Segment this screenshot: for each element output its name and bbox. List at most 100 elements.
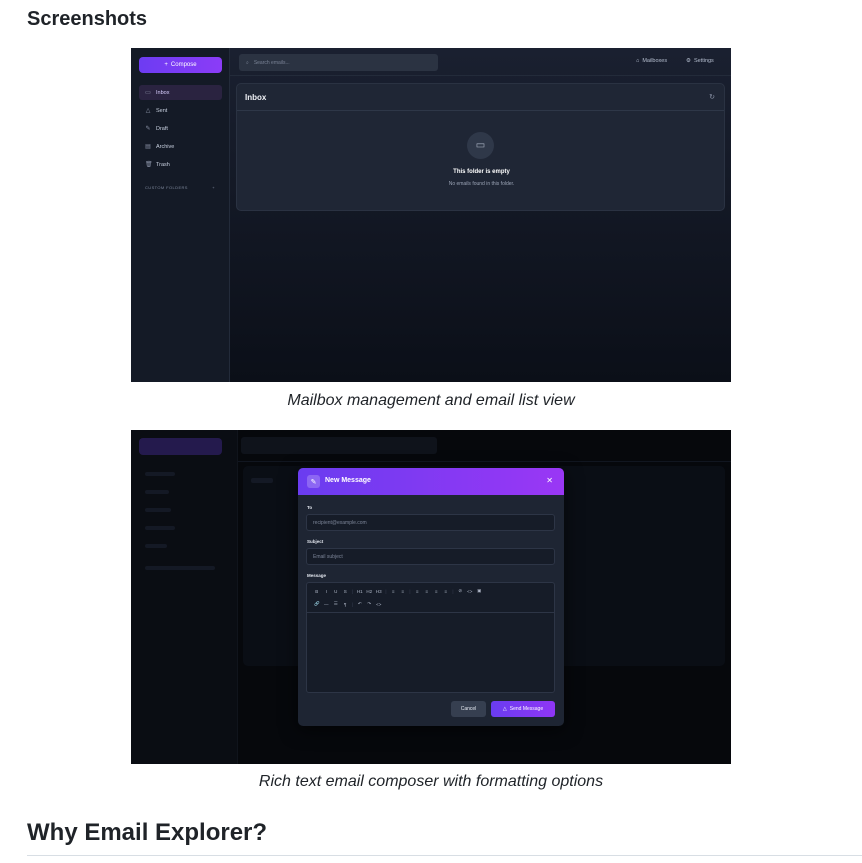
dimmed-divider <box>238 461 731 462</box>
toolbar-button[interactable]: H3 <box>374 589 384 594</box>
sidebar-item-sent[interactable]: △ Sent <box>139 103 222 118</box>
sidebar-item-label: Trash <box>156 161 170 168</box>
empty-state-title: This folder is empty <box>453 169 510 175</box>
send-icon: △ <box>502 706 507 712</box>
sidebar-item-trash[interactable]: 🗑 Trash <box>139 157 222 172</box>
toolbar-button[interactable]: <> <box>374 602 384 607</box>
formatting-toolbar: B I U S | H1 H2 H3 | ≡ ≡ | ≡ ≡ ≡ ≡ | ⊘ <> ▣ 🔗 — ☰ ¶ | ↶ ↷ <> <box>307 583 554 613</box>
dimmed-nav-line <box>145 472 175 476</box>
toolbar-button[interactable]: ≡ <box>413 589 423 594</box>
toolbar-button[interactable]: ≡ <box>422 589 432 594</box>
toolbar-button[interactable]: U <box>331 589 341 594</box>
dimmed-nav-line <box>145 490 169 494</box>
custom-folders-header: CUSTOM FOLDERS + <box>145 185 215 190</box>
compose-modal: ✎ New Message ✕ To recipient@example.com… <box>298 468 564 726</box>
sidebar-item-label: Sent <box>156 107 168 114</box>
edit-icon: ✎ <box>307 475 320 488</box>
send-icon: △ <box>145 107 151 114</box>
toolbar-button[interactable]: ⊘ <box>456 588 466 594</box>
screenshots-heading: Screenshots <box>27 8 148 30</box>
mailboxes-label: Mailboxes <box>642 58 668 64</box>
settings-link[interactable]: ⚙ Settings <box>686 58 714 64</box>
toolbar-button[interactable]: — <box>322 602 332 607</box>
settings-label: Settings <box>693 58 714 64</box>
search-input[interactable]: ⌕ Search emails... <box>239 54 438 71</box>
close-icon[interactable]: ✕ <box>546 476 553 485</box>
toolbar-row-1: B I U S | H1 H2 H3 | ≡ ≡ | ≡ ≡ ≡ ≡ | ⊘ <> ▣ <box>312 588 484 594</box>
mailboxes-link[interactable]: ⌂ Mailboxes <box>636 58 667 64</box>
toolbar-button[interactable]: ≡ <box>398 589 408 594</box>
custom-folders-label: CUSTOM FOLDERS <box>145 185 188 190</box>
modal-title: New Message <box>325 477 371 484</box>
inbox-icon: ▭ <box>145 89 151 96</box>
toolbar-button[interactable]: ≡ <box>432 589 442 594</box>
add-folder-icon[interactable]: + <box>212 185 215 190</box>
dimmed-nav-line <box>145 508 171 512</box>
subject-placeholder: Email subject <box>313 553 343 560</box>
toolbar-button[interactable]: ↷ <box>365 601 375 607</box>
to-placeholder: recipient@example.com <box>313 519 367 526</box>
search-placeholder: Search emails... <box>253 59 290 66</box>
dimmed-search <box>241 437 437 454</box>
sidebar-item-draft[interactable]: ✎ Draft <box>139 121 222 136</box>
cancel-label: Cancel <box>460 706 477 712</box>
caption-mailbox-view: Mailbox management and email list view <box>287 392 575 409</box>
gear-icon: ⚙ <box>686 58 691 64</box>
toolbar-button[interactable]: B <box>312 589 322 594</box>
dimmed-title <box>251 478 273 483</box>
folder-title: Inbox <box>245 93 267 102</box>
empty-inbox-icon: ▭ <box>467 132 494 159</box>
dimmed-sidebar <box>131 430 238 764</box>
to-field[interactable]: recipient@example.com <box>306 514 555 531</box>
edit-icon: ✎ <box>145 125 151 132</box>
compose-label: Compose <box>170 62 197 68</box>
email-list-panel: Inbox ↻ ▭ This folder is empty No emails… <box>236 83 725 211</box>
mailbox-icon: ⌂ <box>636 58 640 64</box>
cancel-button[interactable]: Cancel <box>451 701 486 717</box>
sidebar-item-inbox[interactable]: ▭ Inbox <box>139 85 222 100</box>
toolbar-row-2: 🔗 — ☰ ¶ | ↶ ↷ <> <box>312 601 384 607</box>
heading-divider <box>27 855 862 856</box>
toolbar-button[interactable]: ☰ <box>331 601 341 607</box>
trash-icon: 🗑 <box>145 161 153 168</box>
screenshot-composer: ✎ New Message ✕ To recipient@example.com… <box>131 430 731 764</box>
toolbar-button[interactable]: H2 <box>365 589 375 594</box>
top-bar: ⌕ Search emails... ⌂ Mailboxes ⚙ Setting… <box>230 48 731 76</box>
to-label: To <box>307 505 313 510</box>
modal-header: ✎ New Message ✕ <box>298 468 564 495</box>
archive-icon: ▤ <box>145 143 151 150</box>
toolbar-button[interactable]: ▣ <box>475 588 485 594</box>
screenshot-mailbox-view: + Compose ▭ Inbox △ Sent ✎ Draft ▤ Archi… <box>131 48 731 382</box>
message-editor[interactable]: B I U S | H1 H2 H3 | ≡ ≡ | ≡ ≡ ≡ ≡ | ⊘ <> ▣ 🔗 — ☰ ¶ | ↶ ↷ <> <box>306 582 555 693</box>
dimmed-nav-line <box>145 566 215 570</box>
dimmed-nav-line <box>145 526 175 530</box>
why-heading: Why Email Explorer? <box>27 819 268 846</box>
toolbar-button[interactable]: ↶ <box>355 601 365 607</box>
dimmed-nav-line <box>145 544 167 548</box>
toolbar-button[interactable]: H1 <box>355 589 365 594</box>
sidebar-item-label: Draft <box>156 125 168 132</box>
toolbar-button[interactable]: ≡ <box>441 589 451 594</box>
empty-state-subtitle: No emails found in this folder. <box>448 181 515 187</box>
sidebar-item-label: Archive <box>156 143 175 150</box>
search-icon: ⌕ <box>246 59 249 66</box>
compose-button[interactable]: + Compose <box>139 57 222 73</box>
caption-composer: Rich text email composer with formatting… <box>258 773 604 790</box>
sidebar-item-archive[interactable]: ▤ Archive <box>139 139 222 154</box>
toolbar-button[interactable]: I <box>322 589 332 594</box>
toolbar-button[interactable]: ¶ <box>341 602 351 607</box>
divider <box>237 110 724 111</box>
refresh-icon[interactable]: ↻ <box>709 93 715 101</box>
send-message-button[interactable]: △ Send Message <box>491 701 555 717</box>
send-label: Send Message <box>509 706 544 712</box>
toolbar-button[interactable]: S <box>341 589 351 594</box>
message-label: Message <box>307 573 327 578</box>
toolbar-button[interactable]: 🔗 <box>312 601 322 607</box>
toolbar-button[interactable]: ≡ <box>389 589 399 594</box>
subject-field[interactable]: Email subject <box>306 548 555 565</box>
plus-icon: + <box>164 62 168 68</box>
sidebar: + Compose ▭ Inbox △ Sent ✎ Draft ▤ Archi… <box>131 48 230 382</box>
sidebar-item-label: Inbox <box>156 89 170 96</box>
subject-label: Subject <box>307 539 324 544</box>
toolbar-button[interactable]: <> <box>465 589 475 594</box>
